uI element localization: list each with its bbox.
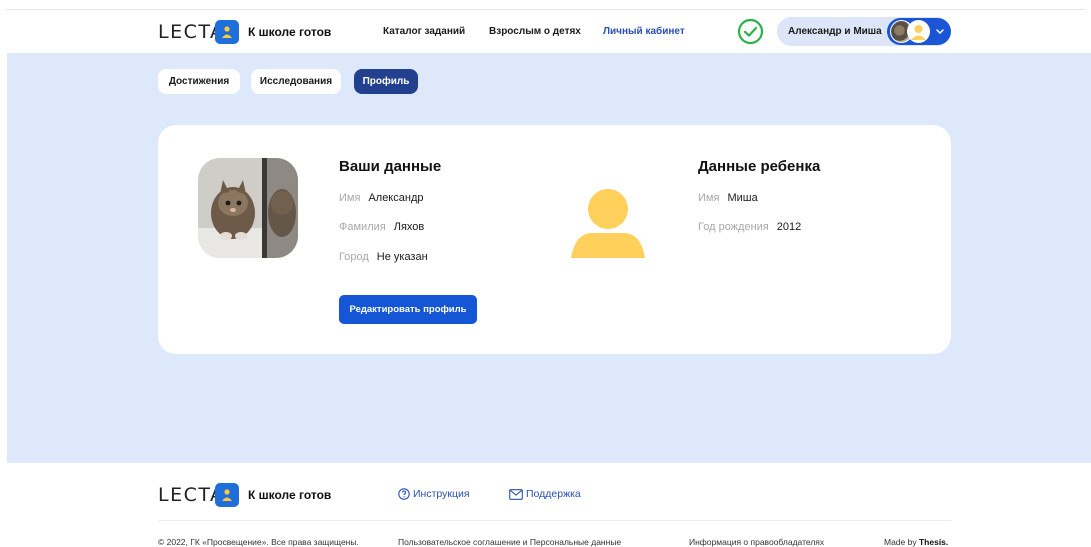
tab-research[interactable]: Исследования (251, 69, 341, 94)
footer-brand-name[interactable]: К школе готов (248, 488, 331, 502)
site-footer: LECTA К школе готов Инструкция Поддержка… (0, 463, 1091, 547)
user-name: Александр и Миша (788, 26, 882, 37)
field-value: Ляхов (393, 221, 425, 233)
support-link-label: Поддержка (526, 488, 581, 500)
school-ready-badge-icon[interactable] (215, 20, 239, 44)
your-data-title: Ваши данные (339, 158, 442, 175)
nav-personal-account[interactable]: Личный кабинет (603, 26, 685, 37)
field-child-name: Имя Миша (698, 192, 758, 204)
field-label: Год рождения (698, 221, 769, 233)
field-value: Не указан (376, 251, 428, 263)
nav-catalog[interactable]: Каталог заданий (383, 26, 465, 37)
instruction-link-label: Инструкция (413, 488, 470, 500)
instruction-link[interactable]: Инструкция (398, 488, 470, 500)
question-circle-icon (398, 488, 410, 500)
footer-school-ready-badge-icon[interactable] (215, 483, 239, 507)
field-label: Город (339, 251, 369, 263)
tab-profile[interactable]: Профиль (354, 69, 418, 94)
main-content: Достижения Исследования Профиль Ваши дан… (7, 53, 1091, 463)
check-circle-icon[interactable] (737, 18, 764, 45)
field-child-birth-year: Год рождения 2012 (698, 221, 801, 233)
edit-profile-button[interactable]: Редактировать профиль (339, 295, 477, 324)
child-avatar-placeholder-icon (571, 189, 645, 258)
field-label: Имя (339, 192, 361, 204)
support-link[interactable]: Поддержка (509, 488, 581, 500)
site-header: LECTA К школе готов Каталог заданий Взро… (0, 10, 1091, 53)
field-last-name: Фамилия Ляхов (339, 221, 424, 233)
brand-name[interactable]: К школе готов (248, 25, 331, 39)
field-value: 2012 (776, 221, 802, 233)
child-avatar-icon (907, 20, 930, 43)
mail-icon (509, 488, 523, 500)
profile-card: Ваши данные Имя Александр Фамилия Ляхов Го… (158, 125, 951, 354)
chevron-down-icon[interactable] (935, 26, 945, 36)
user-menu[interactable]: Александр и Миша (777, 17, 951, 46)
footer-divider (158, 520, 951, 521)
field-label: Фамилия (339, 221, 386, 233)
field-city: Город Не указан (339, 251, 428, 263)
tab-achievements[interactable]: Достижения (158, 69, 240, 94)
field-label: Имя (698, 192, 720, 204)
field-first-name: Имя Александр (339, 192, 423, 204)
child-data-title: Данные ребенка (698, 158, 821, 175)
field-value: Александр (368, 192, 424, 204)
user-photo (198, 158, 298, 258)
user-avatars[interactable] (887, 18, 951, 45)
nav-for-adults[interactable]: Взрослым о детях (489, 26, 581, 37)
field-value: Миша (727, 192, 758, 204)
